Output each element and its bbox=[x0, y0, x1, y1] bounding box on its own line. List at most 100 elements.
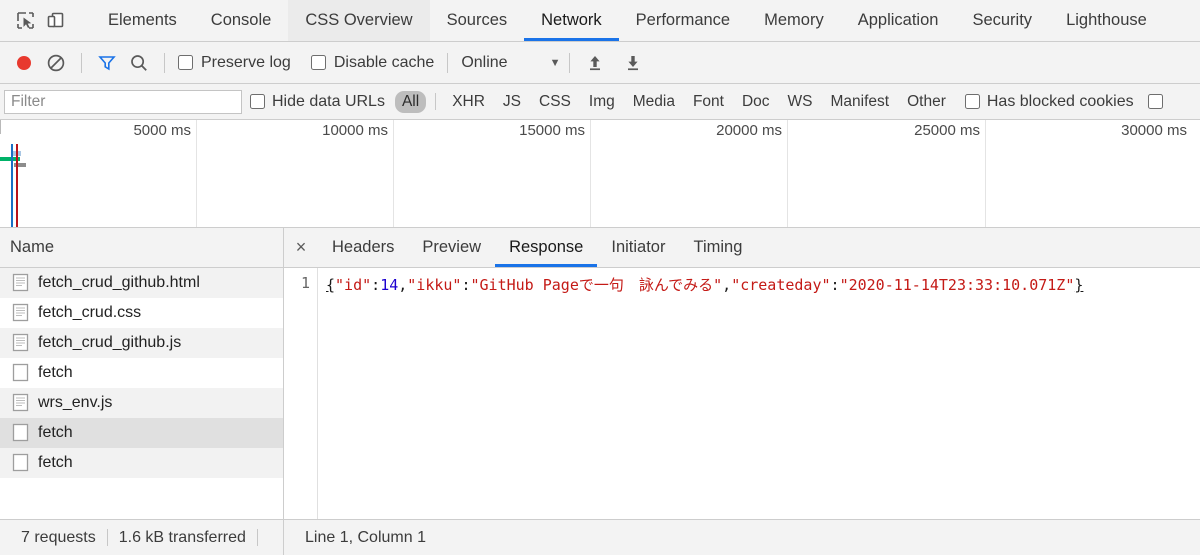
table-row[interactable]: fetch_crud_github.js bbox=[0, 328, 283, 358]
tab-headers-label: Headers bbox=[332, 238, 395, 256]
tab-network[interactable]: Network bbox=[524, 0, 619, 41]
tab-timing[interactable]: Timing bbox=[679, 228, 756, 267]
tab-application-label: Application bbox=[857, 11, 939, 29]
device-toolbar-icon[interactable] bbox=[40, 6, 70, 36]
request-name: wrs_env.js bbox=[38, 393, 113, 411]
request-name: fetch_crud_github.html bbox=[38, 273, 200, 291]
request-name: fetch bbox=[38, 363, 73, 381]
tab-elements[interactable]: Elements bbox=[91, 0, 194, 41]
load-event-line bbox=[16, 144, 18, 227]
filter-input[interactable] bbox=[4, 89, 242, 114]
tab-memory[interactable]: Memory bbox=[747, 0, 841, 41]
request-name: fetch bbox=[38, 453, 73, 471]
tab-response-label: Response bbox=[509, 238, 584, 256]
request-name: fetch bbox=[38, 423, 73, 441]
dom-content-loaded-line bbox=[11, 144, 13, 227]
disable-cache-box bbox=[310, 55, 326, 70]
hide-data-urls-checkbox[interactable]: Hide data URLs bbox=[250, 93, 385, 111]
chevron-down-icon: ▼ bbox=[549, 56, 561, 69]
toolbar-divider-3 bbox=[447, 52, 449, 73]
preserve-log-box bbox=[178, 55, 193, 70]
tab-console-label: Console bbox=[210, 11, 272, 29]
tab-network-label: Network bbox=[541, 11, 602, 29]
import-har-icon[interactable] bbox=[579, 47, 611, 79]
json-token: , bbox=[398, 276, 408, 294]
tab-css-overview[interactable]: CSS Overview bbox=[288, 0, 430, 41]
devtools-window: Elements Console CSS Overview Sources Ne… bbox=[0, 0, 1200, 555]
overview-tick-label: 20000 ms bbox=[716, 122, 782, 139]
tab-console[interactable]: Console bbox=[194, 0, 289, 41]
line-number: 1 bbox=[300, 274, 310, 292]
filter-type-img-label: Img bbox=[588, 92, 615, 110]
filter-type-font[interactable]: Font bbox=[686, 91, 731, 113]
filter-divider bbox=[435, 93, 437, 110]
filter-type-js[interactable]: JS bbox=[496, 91, 528, 113]
throttling-dropdown[interactable]: Online ▼ bbox=[457, 54, 560, 72]
blocked-requests-checkbox[interactable] bbox=[1147, 94, 1163, 109]
filter-type-xhr-label: XHR bbox=[452, 92, 485, 110]
filter-toolbar: Hide data URLs All XHR JS CSS Img Media … bbox=[0, 84, 1200, 120]
tabbar-icon-group bbox=[0, 0, 91, 41]
filter-type-manifest[interactable]: Manifest bbox=[824, 91, 897, 113]
has-blocked-cookies-box bbox=[964, 94, 980, 109]
table-row[interactable]: fetch bbox=[0, 418, 283, 448]
response-code-viewer[interactable]: 1 {"id":14,"ikku":"GitHub Pageで一句 詠んでみる"… bbox=[284, 268, 1200, 519]
tab-performance[interactable]: Performance bbox=[619, 0, 747, 41]
preserve-log-checkbox[interactable]: Preserve log bbox=[174, 54, 295, 72]
tab-response[interactable]: Response bbox=[495, 228, 598, 267]
inspect-cursor-icon[interactable] bbox=[10, 6, 40, 36]
tab-preview-label: Preview bbox=[422, 238, 482, 256]
filter-type-xhr[interactable]: XHR bbox=[445, 91, 492, 113]
tab-application[interactable]: Application bbox=[841, 0, 956, 41]
request-list-panel: Name fetch_crud_github.html fetch_crud.c… bbox=[0, 228, 284, 519]
status-bar-cursor: Line 1, Column 1 bbox=[284, 520, 437, 555]
tab-sources[interactable]: Sources bbox=[430, 0, 525, 41]
filter-type-css[interactable]: CSS bbox=[532, 91, 578, 113]
filter-type-all[interactable]: All bbox=[394, 90, 427, 113]
response-body[interactable]: {"id":14,"ikku":"GitHub Pageで一句 詠んでみる","… bbox=[318, 268, 1200, 519]
overview-grid: 5000 ms 10000 ms 15000 ms 20000 ms 25000… bbox=[0, 120, 1200, 227]
tab-initiator-label: Initiator bbox=[611, 238, 666, 256]
toolbar-divider-4 bbox=[569, 52, 571, 73]
json-token: : bbox=[830, 276, 840, 294]
tab-preview[interactable]: Preview bbox=[408, 228, 495, 267]
filter-type-manifest-label: Manifest bbox=[830, 92, 890, 110]
json-token: "id" bbox=[335, 276, 372, 294]
hide-data-urls-label: Hide data URLs bbox=[272, 92, 385, 110]
json-token: : bbox=[461, 276, 471, 294]
record-button[interactable] bbox=[8, 47, 40, 79]
table-row[interactable]: fetch_crud_github.html bbox=[0, 268, 283, 298]
request-list-header[interactable]: Name bbox=[0, 228, 283, 268]
clear-button[interactable] bbox=[40, 47, 72, 79]
has-blocked-cookies-checkbox[interactable]: Has blocked cookies bbox=[964, 93, 1134, 111]
json-token: 14 bbox=[380, 276, 399, 294]
filter-type-media-label: Media bbox=[632, 92, 675, 110]
filter-type-other[interactable]: Other bbox=[900, 91, 953, 113]
table-row[interactable]: fetch bbox=[0, 448, 283, 478]
search-icon[interactable] bbox=[123, 47, 155, 79]
filter-type-img[interactable]: Img bbox=[582, 91, 622, 113]
tab-headers[interactable]: Headers bbox=[318, 228, 408, 267]
json-token: "2020-11-14T23:33:10.071Z" bbox=[839, 276, 1075, 294]
filter-type-media[interactable]: Media bbox=[626, 91, 682, 113]
filter-type-doc[interactable]: Doc bbox=[735, 91, 777, 113]
filter-icon[interactable] bbox=[91, 47, 123, 79]
filter-type-ws[interactable]: WS bbox=[781, 91, 820, 113]
table-row[interactable]: fetch_crud.css bbox=[0, 298, 283, 328]
overview-tick-label: 25000 ms bbox=[914, 122, 980, 139]
filter-type-js-label: JS bbox=[502, 92, 522, 110]
disable-cache-checkbox[interactable]: Disable cache bbox=[307, 54, 439, 72]
tab-security[interactable]: Security bbox=[955, 0, 1049, 41]
json-token: "ikku" bbox=[407, 276, 462, 294]
table-row[interactable]: wrs_env.js bbox=[0, 388, 283, 418]
filter-type-doc-label: Doc bbox=[741, 92, 770, 110]
tab-lighthouse[interactable]: Lighthouse bbox=[1049, 0, 1164, 41]
tab-initiator[interactable]: Initiator bbox=[597, 228, 679, 267]
network-overview-timeline[interactable]: 5000 ms 10000 ms 15000 ms 20000 ms 25000… bbox=[0, 120, 1200, 228]
close-icon[interactable]: × bbox=[284, 228, 318, 267]
preserve-log-label: Preserve log bbox=[201, 53, 291, 71]
filter-type-other-label: Other bbox=[907, 92, 946, 110]
export-har-icon[interactable] bbox=[617, 47, 649, 79]
table-row[interactable]: fetch bbox=[0, 358, 283, 388]
request-rows: fetch_crud_github.html fetch_crud.css fe… bbox=[0, 268, 283, 519]
